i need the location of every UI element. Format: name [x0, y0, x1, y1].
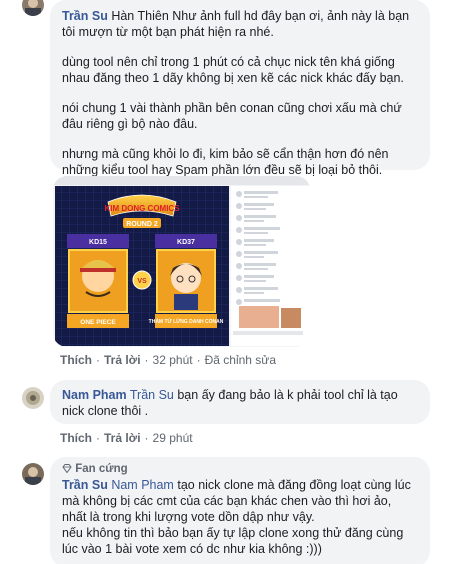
comment-bubble: Nam Pham Trần Su bạn ấy đang bảo là k ph…	[50, 380, 430, 424]
comment-bubble: Fan cứng Trần Su Nam Pham tạo nick clone…	[50, 457, 430, 564]
comment-actions: Thích · Trả lời · 32 phút · Đã chỉnh sửa	[60, 353, 276, 367]
banner-text: KIM DONG COMICS	[104, 204, 180, 213]
comment-author[interactable]: Trần Su	[62, 478, 108, 492]
right-code: KD37	[177, 239, 195, 246]
poster: KIM DONG COMICS ROUND 2 KD15 ONE PIECE V…	[55, 186, 229, 346]
fan-badge: Fan cứng	[62, 463, 418, 475]
mention-tag[interactable]: Trần Su	[130, 388, 174, 402]
reply-link[interactable]: Trả lời	[104, 431, 141, 445]
edited-label[interactable]: Đã chỉnh sửa	[205, 353, 276, 367]
comment-author[interactable]: Nam Pham	[62, 388, 127, 402]
right-title: THÁM TỬ LỪNG DANH CONAN	[149, 318, 224, 325]
round-label: ROUND 2	[126, 221, 158, 228]
comment-list-thumbnail	[231, 186, 310, 346]
like-link[interactable]: Thích	[60, 431, 92, 445]
left-title: ONE PIECE	[80, 319, 116, 326]
comment-author[interactable]: Trần Su	[62, 9, 108, 23]
attached-image[interactable]: KIM DONG COMICS ROUND 2 KD15 ONE PIECE V…	[53, 176, 310, 347]
left-code: KD15	[89, 239, 107, 246]
like-link[interactable]: Thích	[60, 353, 92, 367]
vs-label: VS	[137, 278, 147, 285]
avatar[interactable]	[22, 463, 44, 485]
fan-badge-label: Fan cứng	[75, 463, 128, 475]
comment-bubble: Trần Su Hàn Thiên Như ảnh full hd đây bạ…	[50, 0, 430, 177]
avatar[interactable]	[22, 387, 44, 409]
timestamp[interactable]: 29 phút	[153, 431, 193, 445]
comment-text: nói chung 1 vài thành phần bên conan cũn…	[62, 101, 402, 131]
diamond-icon	[62, 464, 72, 474]
comment-text: dùng tool nên chỉ trong 1 phút có cả chụ…	[62, 55, 404, 85]
avatar[interactable]	[22, 0, 44, 16]
comment-text: Hàn Thiên Như ảnh full hd đây bạn ơi, ản…	[62, 9, 410, 39]
reply-link[interactable]: Trả lời	[104, 353, 141, 367]
mention-tag[interactable]: Nam Pham	[111, 478, 174, 492]
timestamp[interactable]: 32 phút	[153, 353, 193, 367]
comment-text: nếu không tin thì bảo bạn ấy tự lập clon…	[62, 526, 404, 556]
comment-actions: Thích · Trả lời · 29 phút	[60, 431, 193, 445]
comment-text: nhưng mà cũng khỏi lo đi, kim bảo sẽ cẩn…	[62, 147, 389, 177]
